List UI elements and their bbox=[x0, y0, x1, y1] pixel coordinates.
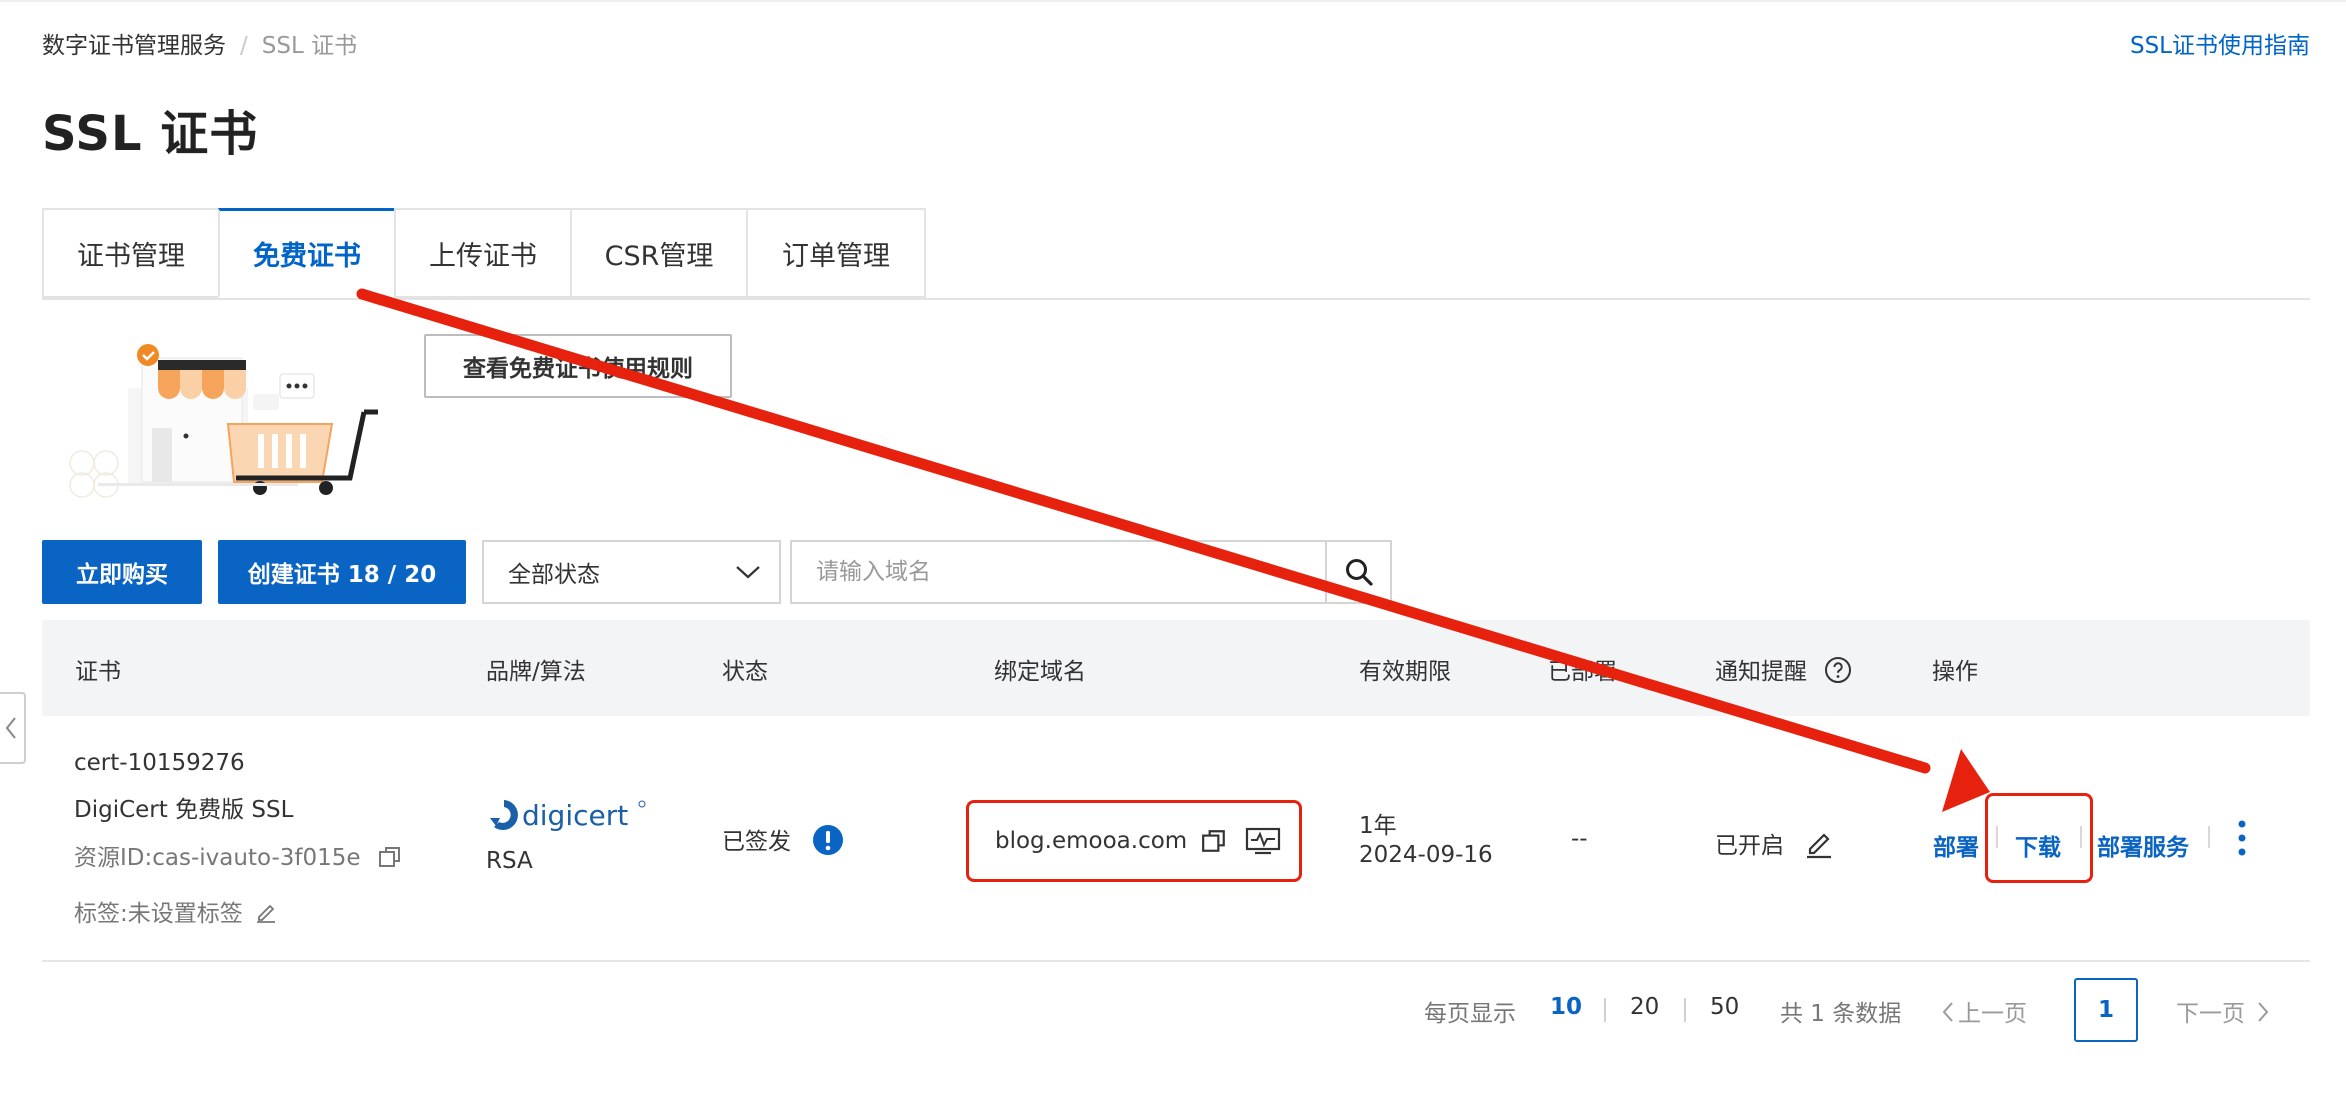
chevron-right-icon bbox=[2258, 1002, 2269, 1022]
status-select-value: 全部状态 bbox=[508, 562, 600, 588]
bound-domain[interactable]: blog.emooa.com bbox=[995, 828, 1187, 854]
validity-date: 2024-09-16 bbox=[1359, 842, 1493, 868]
ssl-guide-link[interactable]: SSL证书使用指南 bbox=[2130, 26, 2310, 60]
breadcrumb-current: SSL 证书 bbox=[261, 33, 358, 59]
deployed-value: -- bbox=[1571, 826, 1588, 852]
cert-status-text: 已签发 bbox=[722, 829, 791, 855]
header-cert: 证书 bbox=[75, 659, 121, 685]
top-border bbox=[0, 0, 2346, 2]
resource-id: 资源ID:cas-ivauto-3f015e bbox=[74, 838, 402, 872]
notify-status-text: 已开启 bbox=[1715, 833, 1784, 859]
header-actions: 操作 bbox=[1932, 659, 1978, 685]
tab-csr-management[interactable]: CSR管理 bbox=[570, 208, 746, 298]
shop-cart-illustration bbox=[58, 328, 398, 498]
download-highlight-box bbox=[1985, 793, 2093, 883]
current-page[interactable]: 1 bbox=[2074, 978, 2138, 1042]
deploy-link[interactable]: 部署 bbox=[1933, 828, 1979, 862]
next-page[interactable]: 下一页 bbox=[2176, 994, 2269, 1028]
notify-status: 已开启 bbox=[1715, 826, 1835, 860]
tab-bar: 证书管理 免费证书 上传证书 CSR管理 订单管理 bbox=[42, 208, 926, 300]
header-brand: 品牌/算法 bbox=[486, 659, 586, 685]
prev-page[interactable]: 上一页 bbox=[1942, 994, 2027, 1028]
tab-order-management[interactable]: 订单管理 bbox=[746, 208, 926, 298]
create-cert-button[interactable]: 创建证书 18 / 20 bbox=[218, 540, 466, 604]
validity-period: 1年 bbox=[1359, 813, 1397, 839]
header-domain: 绑定域名 bbox=[994, 659, 1086, 685]
row-divider bbox=[42, 960, 2310, 962]
cert-type: DigiCert 免费版 SSL bbox=[74, 797, 294, 823]
page-size-separator bbox=[1684, 998, 1686, 1022]
page-size-50[interactable]: 50 bbox=[1710, 994, 1739, 1020]
header-deployed: 已部署 bbox=[1548, 659, 1617, 685]
digicert-logo-text: digicert bbox=[522, 799, 628, 832]
edit-icon[interactable] bbox=[1803, 827, 1835, 859]
search-icon bbox=[1345, 559, 1373, 586]
header-notify-label: 通知提醒 bbox=[1715, 659, 1807, 685]
cert-status: 已签发 bbox=[722, 822, 844, 856]
domain-highlight-box: blog.emooa.com bbox=[966, 800, 1302, 882]
chevron-down-icon bbox=[736, 566, 760, 579]
resource-id-text: 资源ID:cas-ivauto-3f015e bbox=[74, 845, 361, 871]
monitor-icon[interactable] bbox=[1245, 826, 1281, 856]
tab-cert-management[interactable]: 证书管理 bbox=[42, 208, 218, 298]
page-size-10[interactable]: 10 bbox=[1550, 994, 1582, 1020]
tab-upload-cert[interactable]: 上传证书 bbox=[394, 208, 570, 298]
tab-free-cert[interactable]: 免费证书 bbox=[218, 208, 394, 298]
action-separator bbox=[2208, 826, 2210, 848]
info-icon[interactable] bbox=[812, 824, 844, 856]
header-status: 状态 bbox=[722, 659, 768, 685]
breadcrumb-root[interactable]: 数字证书管理服务 bbox=[42, 33, 226, 59]
cert-tags[interactable]: 标签:未设置标签 bbox=[74, 894, 278, 928]
page-size-20[interactable]: 20 bbox=[1630, 994, 1659, 1020]
sidebar-toggle[interactable] bbox=[0, 692, 26, 764]
search-button[interactable] bbox=[1325, 540, 1392, 604]
status-select[interactable]: 全部状态 bbox=[482, 540, 781, 604]
domain-search-input[interactable] bbox=[790, 540, 1326, 604]
breadcrumb: 数字证书管理服务 / SSL 证书 bbox=[42, 26, 357, 60]
chevron-left-icon bbox=[5, 717, 16, 739]
edit-icon[interactable] bbox=[254, 900, 278, 924]
copy-icon[interactable] bbox=[1201, 828, 1227, 854]
copy-icon[interactable] bbox=[378, 845, 402, 869]
cert-name: cert-10159276 bbox=[74, 750, 245, 776]
per-page-label: 每页显示 bbox=[1424, 1001, 1516, 1027]
total-count: 共 1 条数据 bbox=[1780, 1001, 1902, 1027]
prev-page-label: 上一页 bbox=[1958, 1001, 2027, 1027]
header-validity: 有效期限 bbox=[1359, 659, 1451, 685]
algorithm: RSA bbox=[486, 848, 533, 874]
more-icon[interactable] bbox=[2232, 818, 2252, 858]
tabs-divider bbox=[42, 298, 2310, 300]
header-notify: 通知提醒 bbox=[1715, 652, 1852, 686]
breadcrumb-separator: / bbox=[240, 33, 248, 59]
digicert-logo: digicert bbox=[490, 799, 646, 832]
page-title: SSL 证书 bbox=[42, 106, 259, 162]
page-size-separator bbox=[1604, 998, 1606, 1022]
cert-tags-text: 标签:未设置标签 bbox=[74, 901, 243, 927]
next-page-label: 下一页 bbox=[2176, 1001, 2245, 1027]
free-cert-rules-button[interactable]: 查看免费证书使用规则 bbox=[424, 334, 732, 398]
chevron-left-icon bbox=[1942, 1002, 1953, 1022]
buy-now-button[interactable]: 立即购买 bbox=[42, 540, 202, 604]
deploy-service-link[interactable]: 部署服务 bbox=[2097, 828, 2189, 862]
question-icon[interactable] bbox=[1824, 656, 1852, 684]
